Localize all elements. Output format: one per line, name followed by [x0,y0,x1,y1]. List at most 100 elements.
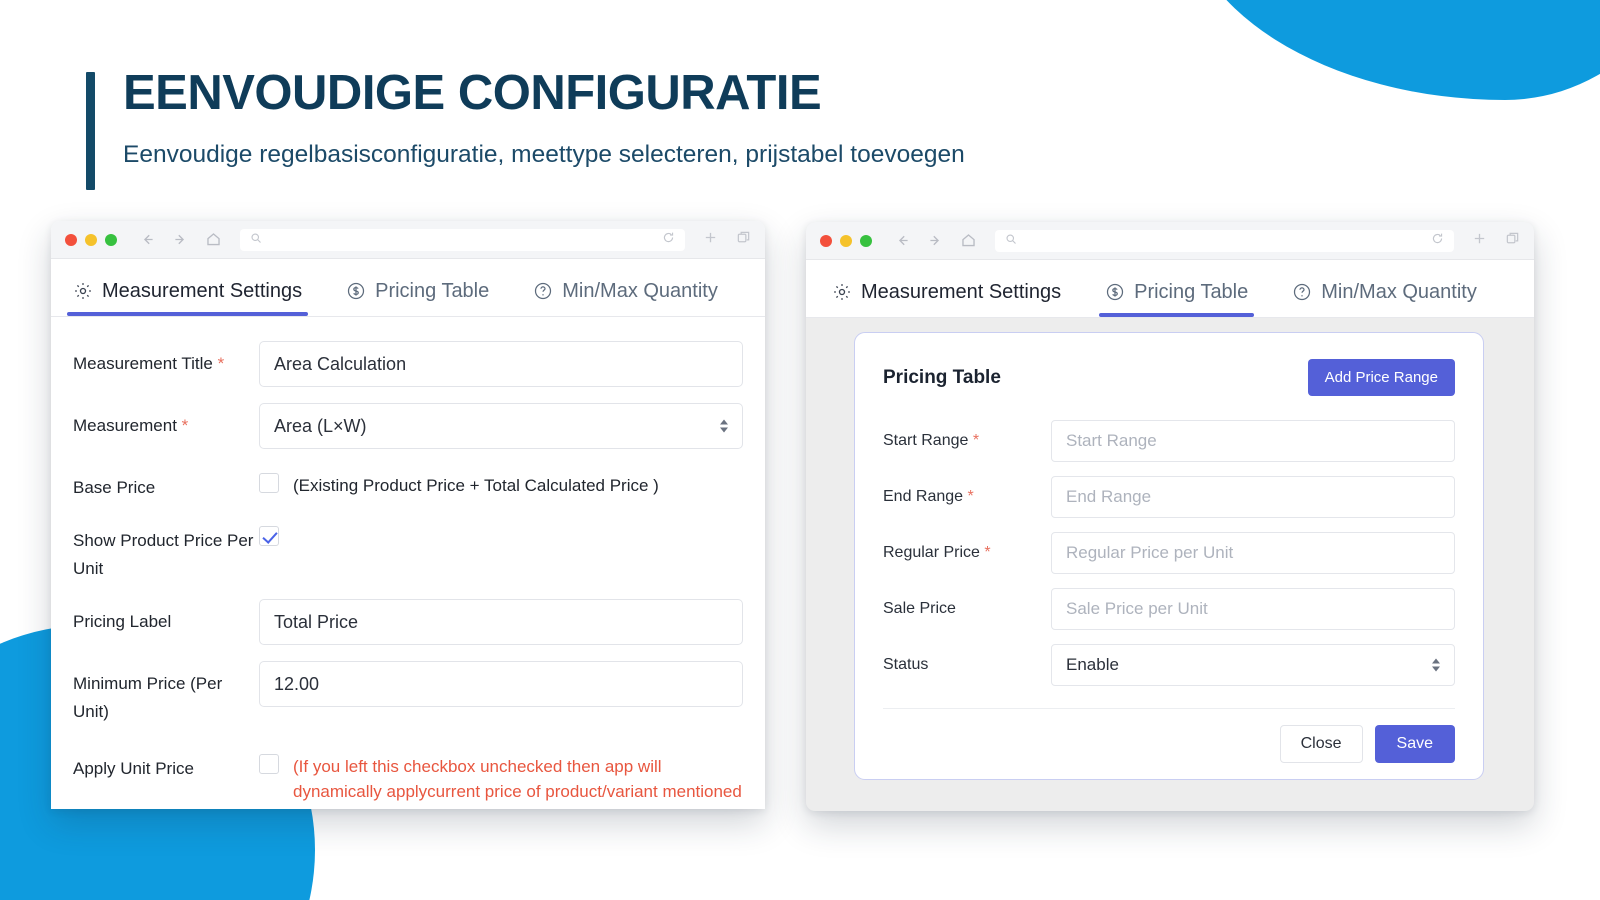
minimize-window-light[interactable] [840,234,852,247]
forward-arrow-icon[interactable] [172,231,189,248]
gear-icon [73,281,93,301]
select-arrows-icon [720,419,728,433]
base-price-note: (Existing Product Price + Total Calculat… [293,476,659,495]
status-select-value: Enable [1066,655,1119,674]
tab-label: Measurement Settings [861,280,1062,303]
minimum-price-input[interactable] [259,661,743,708]
field-status: Status Enable [883,644,1455,686]
back-arrow-icon[interactable] [139,231,156,248]
sale-price-label: Sale Price [883,600,956,617]
tab-label: Pricing Table [375,279,490,302]
field-end-range: End Range * [883,476,1455,518]
plus-icon[interactable] [703,230,718,250]
dollar-circle-icon [1105,282,1125,302]
measurement-title-input[interactable] [259,341,743,387]
pricing-table-header: Pricing Table Add Price Range [883,359,1455,396]
browser-window-left: Measurement Settings Pricing Table Min/M… [51,221,765,809]
pricing-table-card: Pricing Table Add Price Range Start Rang… [854,332,1484,780]
minimize-window-light[interactable] [85,233,97,246]
back-arrow-icon[interactable] [894,232,911,249]
home-icon[interactable] [205,231,222,248]
status-label: Status [883,656,929,673]
close-window-light[interactable] [820,234,832,247]
pricing-label-input[interactable] [259,599,743,646]
label-text: Regular Price [883,544,980,561]
tab-label: Measurement Settings [102,279,303,302]
url-bar[interactable] [995,229,1454,252]
search-icon [250,231,262,249]
field-show-product-price-per-unit: Show Product Price Per Unit [73,518,743,583]
maximize-window-light[interactable] [860,234,872,247]
page-root: EENVOUDIGE CONFIGURATIE Eenvoudige regel… [0,0,1600,900]
question-circle-icon [533,281,553,301]
apply-unit-price-label: Apply Unit Price [73,759,194,779]
regular-price-label: Regular Price * [883,544,1051,562]
copy-tabs-icon[interactable] [736,230,751,250]
required-asterisk: * [217,354,225,373]
reload-icon[interactable] [662,231,675,249]
measurement-label: Measurement * [73,403,259,440]
field-measurement-title: Measurement Title * [73,341,743,387]
field-start-range: Start Range * [883,420,1455,462]
field-sale-price: Sale Price [883,588,1455,630]
close-button[interactable]: Close [1279,725,1363,763]
end-range-label: End Range * [883,488,1051,506]
apply-unit-price-note: (If you left this checkbox unchecked the… [293,757,742,809]
field-base-price: Base Price (Existing Product Price + Tot… [73,465,743,502]
decor-blue-top-right [1180,0,1600,100]
field-minimum-price: Minimum Price (Per Unit) [73,661,743,726]
page-title: EENVOUDIGE CONFIGURATIE [123,66,822,120]
tab-minmax-quantity[interactable]: Min/Max Quantity [1292,260,1477,317]
tab-minmax-quantity[interactable]: Min/Max Quantity [533,259,718,316]
required-asterisk: * [181,416,189,435]
status-select[interactable]: Enable [1051,644,1455,686]
show-product-price-checkbox[interactable] [259,526,279,547]
minimum-price-label: Minimum Price (Per Unit) [73,674,223,722]
required-asterisk: * [972,432,980,449]
question-circle-icon [1292,282,1312,302]
label-text: Start Range [883,432,969,449]
reload-icon[interactable] [1431,232,1444,250]
forward-arrow-icon[interactable] [927,232,944,249]
sale-price-input[interactable] [1051,588,1455,630]
gear-icon [832,282,852,302]
tab-measurement-settings[interactable]: Measurement Settings [832,260,1061,317]
tab-label: Pricing Table [1134,280,1249,303]
tab-bar-left: Measurement Settings Pricing Table Min/M… [51,259,765,317]
tab-label: Min/Max Quantity [1321,280,1477,303]
measurement-select[interactable]: Area (L×W) [259,403,743,449]
regular-price-input[interactable] [1051,532,1455,574]
base-price-checkbox[interactable] [259,473,279,493]
url-bar[interactable] [240,228,685,251]
tab-pricing-table[interactable]: Pricing Table [1099,260,1255,317]
start-range-input[interactable] [1051,420,1455,462]
close-window-light[interactable] [65,233,77,246]
tab-bar-right: Measurement Settings Pricing Table Min/M… [806,260,1534,318]
field-regular-price: Regular Price * [883,532,1455,574]
pricing-table-title: Pricing Table [883,366,1001,388]
tab-measurement-settings[interactable]: Measurement Settings [66,259,309,316]
label-text: Measurement Title [73,354,213,373]
required-asterisk: * [984,544,991,561]
label-text: Measurement [73,416,177,435]
save-button[interactable]: Save [1374,725,1455,763]
copy-tabs-icon[interactable] [1505,231,1520,251]
page-header: EENVOUDIGE CONFIGURATIE Eenvoudige regel… [86,66,965,190]
maximize-window-light[interactable] [105,233,117,246]
page-subtitle: Eenvoudige regelbasisconfiguratie, meett… [123,140,965,168]
select-arrows-icon [1432,658,1440,672]
measurement-title-label: Measurement Title * [73,341,259,378]
required-asterisk: * [967,488,974,505]
end-range-input[interactable] [1051,476,1455,518]
home-icon[interactable] [960,232,977,249]
plus-icon[interactable] [1472,231,1487,251]
tab-pricing-table[interactable]: Pricing Table [346,259,489,316]
browser-chrome-right [806,222,1534,260]
add-price-range-button[interactable]: Add Price Range [1307,359,1455,396]
search-icon [1005,232,1017,250]
apply-unit-price-checkbox[interactable] [259,754,279,775]
measurement-select-value: Area (L×W) [274,415,367,436]
label-text: End Range [883,488,964,505]
header-accent-bar [86,72,95,190]
base-price-label: Base Price [73,478,156,497]
